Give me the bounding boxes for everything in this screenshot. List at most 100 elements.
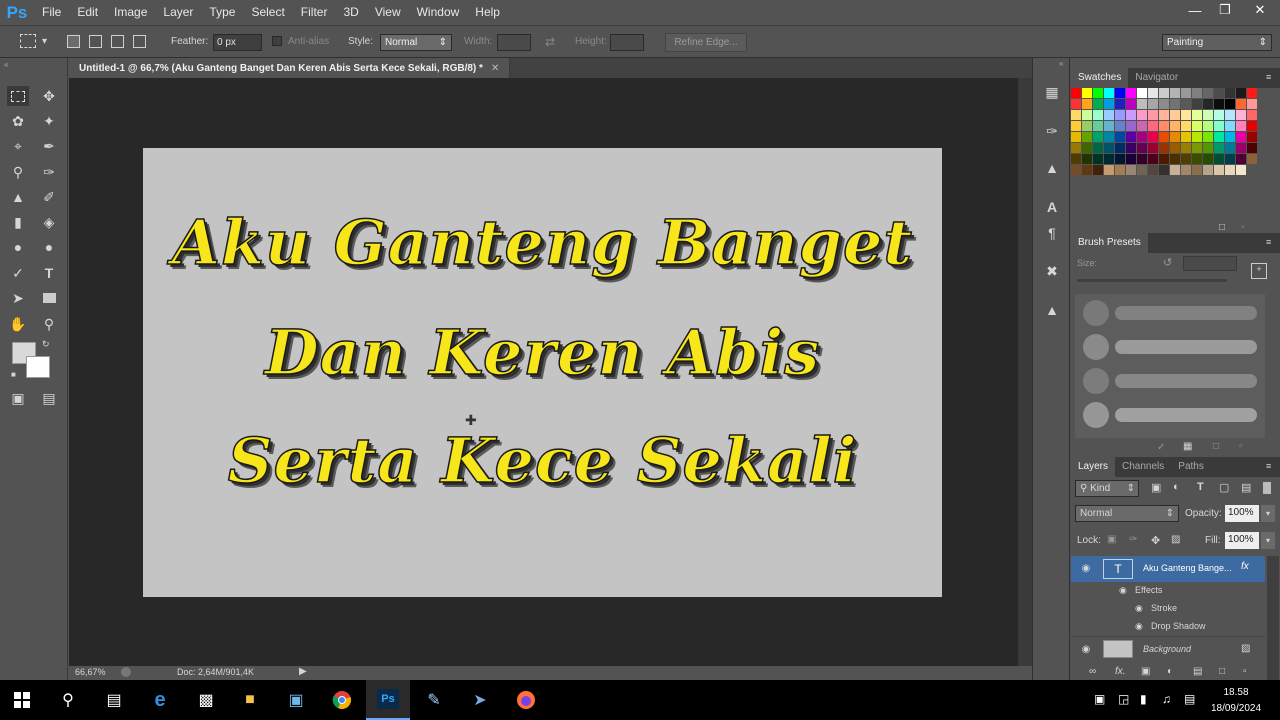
pen-tool[interactable]: ✓ <box>7 263 29 283</box>
swatch-cell[interactable] <box>1192 121 1203 132</box>
menu-view[interactable]: View <box>367 0 409 25</box>
swatch-cell[interactable] <box>1071 143 1082 154</box>
swatch-cell[interactable] <box>1082 143 1093 154</box>
blend-mode-select[interactable]: Normal ⇕ <box>1075 505 1179 522</box>
height-input[interactable] <box>610 34 644 51</box>
swatch-cell[interactable] <box>1115 132 1126 143</box>
quick-mask-tool[interactable]: ▣ <box>7 388 29 408</box>
swatch-cell[interactable] <box>1093 154 1104 165</box>
swatch-cell[interactable] <box>1214 132 1225 143</box>
swatch-cell[interactable] <box>1214 99 1225 110</box>
notepad-icon[interactable]: ✎ <box>422 688 446 712</box>
swatch-cell[interactable] <box>1104 165 1115 176</box>
collapse-strip-icon[interactable]: « <box>1059 59 1063 68</box>
swatch-cell[interactable] <box>1082 88 1093 99</box>
effects-eye-icon[interactable]: ◉ <box>1119 585 1127 596</box>
swatch-cell[interactable] <box>1225 143 1236 154</box>
width-input[interactable] <box>497 34 531 51</box>
subtract-selection-icon[interactable] <box>111 35 124 48</box>
swatch-cell[interactable] <box>1093 165 1104 176</box>
history-brush-tool[interactable]: ✐ <box>38 187 60 207</box>
new-brush-icon[interactable]: + <box>1251 263 1267 279</box>
text-layer-row[interactable]: ◉ T Aku Ganteng Bange... fx <box>1071 556 1265 582</box>
filter-smart-icon[interactable]: ▤ <box>1241 481 1251 494</box>
menu-3d[interactable]: 3D <box>335 0 366 25</box>
menu-edit[interactable]: Edit <box>69 0 106 25</box>
swap-icon[interactable]: ⇄ <box>545 34 555 50</box>
swatch-cell[interactable] <box>1170 132 1181 143</box>
lock-image-icon[interactable]: ✑ <box>1129 534 1137 545</box>
new-swatch-icon[interactable]: □ <box>1219 222 1225 233</box>
photos-icon[interactable]: ▣ <box>284 688 308 712</box>
swatch-cell[interactable] <box>1082 132 1093 143</box>
swatch-cell[interactable] <box>1203 154 1214 165</box>
swatch-cell[interactable] <box>1082 154 1093 165</box>
swatch-cell[interactable] <box>1148 99 1159 110</box>
swatch-cell[interactable] <box>1225 99 1236 110</box>
swap-colors-icon[interactable]: ↻ <box>42 339 50 350</box>
add-selection-icon[interactable] <box>89 35 102 48</box>
fill-input[interactable]: 100% <box>1225 532 1259 549</box>
app-icon[interactable]: ➤ <box>468 688 492 712</box>
filter-adjustment-icon[interactable]: ◐ <box>1173 481 1180 493</box>
menu-layer[interactable]: Layer <box>155 0 201 25</box>
3d-panel-icon[interactable]: ▲ <box>1043 301 1061 319</box>
brush-size-input[interactable] <box>1183 256 1237 271</box>
firefox-icon[interactable] <box>514 688 538 712</box>
swatch-cell[interactable] <box>1192 143 1203 154</box>
zoom-tool[interactable]: ⚲ <box>38 314 60 334</box>
tool-preset-dropdown-icon[interactable]: ▾ <box>42 34 47 50</box>
swatch-cell[interactable] <box>1115 99 1126 110</box>
background-color-swatch[interactable] <box>26 356 50 378</box>
clone-stamp-tool[interactable]: ▲ <box>7 187 29 207</box>
swatch-cell[interactable] <box>1225 110 1236 121</box>
swatch-cell[interactable] <box>1159 143 1170 154</box>
swatch-cell[interactable] <box>1170 110 1181 121</box>
swatch-cell[interactable] <box>1126 165 1137 176</box>
swatch-cell[interactable] <box>1247 88 1258 99</box>
swatch-cell[interactable] <box>1225 88 1236 99</box>
stroke-effect-row[interactable]: ◉ Stroke <box>1071 600 1265 618</box>
layers-panel-menu-icon[interactable]: ≡ <box>1266 461 1276 471</box>
swatch-cell[interactable] <box>1225 121 1236 132</box>
wifi-tray-icon[interactable]: ◲ <box>1118 692 1129 706</box>
swatch-cell[interactable] <box>1181 99 1192 110</box>
swatch-cell[interactable] <box>1236 88 1247 99</box>
crop-tool[interactable]: ⌖ <box>7 136 29 156</box>
swatch-cell[interactable] <box>1214 121 1225 132</box>
swatch-cell[interactable] <box>1225 132 1236 143</box>
search-icon[interactable]: ⚲ <box>56 688 80 712</box>
brush-panel-menu-icon[interactable]: ≡ <box>1266 237 1276 247</box>
swatch-cell[interactable] <box>1247 154 1258 165</box>
close-tab-icon[interactable]: ✕ <box>491 63 499 74</box>
swatch-cell[interactable] <box>1214 88 1225 99</box>
swatch-cell[interactable] <box>1192 88 1203 99</box>
drop-shadow-effect-row[interactable]: ◉ Drop Shadow <box>1071 618 1265 636</box>
chrome-icon[interactable] <box>330 688 354 712</box>
layers-scrollbar[interactable] <box>1267 556 1279 680</box>
brush-preset-1[interactable] <box>1083 300 1263 326</box>
swatch-cell[interactable] <box>1214 154 1225 165</box>
drop-shadow-eye-icon[interactable]: ◉ <box>1135 621 1143 632</box>
swatch-cell[interactable] <box>1126 121 1137 132</box>
intersect-selection-icon[interactable] <box>133 35 146 48</box>
swatch-cell[interactable] <box>1126 88 1137 99</box>
swatch-cell[interactable] <box>1137 121 1148 132</box>
brush-tool[interactable]: ✑ <box>38 162 60 182</box>
swatch-cell[interactable] <box>1159 88 1170 99</box>
swatch-cell[interactable] <box>1148 143 1159 154</box>
swatch-cell[interactable] <box>1181 154 1192 165</box>
swatch-cell[interactable] <box>1137 99 1148 110</box>
swatch-cell[interactable] <box>1148 154 1159 165</box>
brush-size-slider[interactable] <box>1077 279 1227 282</box>
new-group-icon[interactable]: ▤ <box>1193 666 1202 677</box>
tab-swatches[interactable]: Swatches <box>1071 68 1129 88</box>
dodge-tool[interactable]: ● <box>38 237 60 257</box>
reset-size-icon[interactable]: ↺ <box>1163 256 1172 269</box>
swatch-cell[interactable] <box>1126 154 1137 165</box>
clock-date[interactable]: 18/09/2024 <box>1204 703 1268 714</box>
swatch-cell[interactable] <box>1192 154 1203 165</box>
swatch-cell[interactable] <box>1214 143 1225 154</box>
type-tool[interactable]: T <box>38 263 60 283</box>
swatch-cell[interactable] <box>1115 143 1126 154</box>
